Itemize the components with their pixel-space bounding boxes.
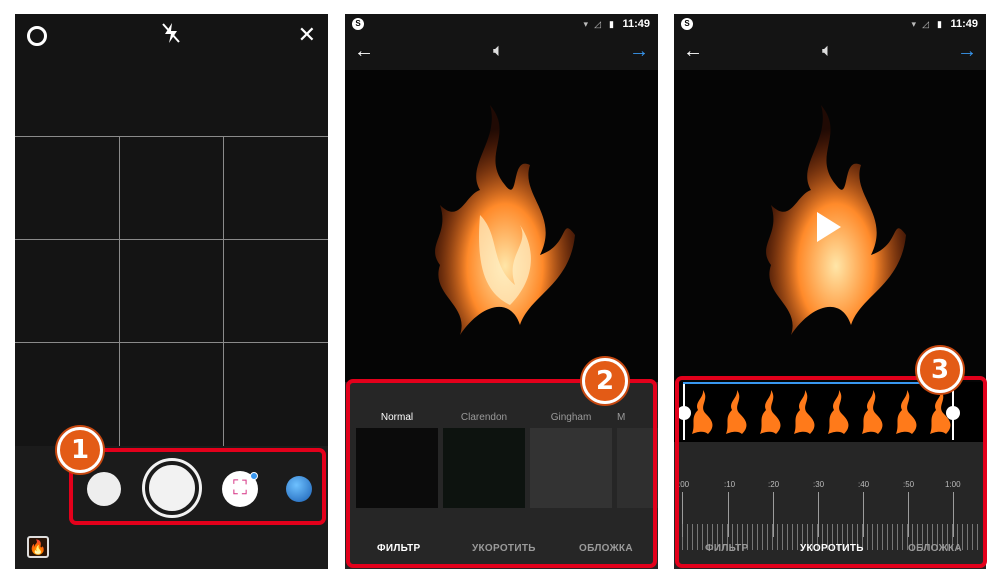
highlight-box-3: [675, 376, 987, 568]
camera-toolbar: ✕: [15, 14, 328, 59]
play-icon[interactable]: [817, 212, 841, 242]
back-arrow-icon[interactable]: ←: [354, 40, 374, 63]
wifi-icon: ▾: [583, 19, 588, 29]
gear-icon[interactable]: [27, 26, 47, 46]
signal-icon: ◿: [922, 19, 929, 29]
flash-off-icon[interactable]: [161, 22, 181, 50]
editor-nav: ← 🔈︎ →: [674, 34, 986, 68]
wifi-icon: ▾: [911, 19, 916, 29]
highlight-box-2: [346, 379, 657, 568]
app-status-icon: S: [352, 18, 364, 30]
volume-icon[interactable]: 🔈︎: [493, 40, 504, 61]
signal-icon: ◿: [594, 19, 601, 29]
status-bar: S ▾ ◿ ▮ 11:49: [674, 14, 986, 34]
next-arrow-icon[interactable]: →: [957, 40, 977, 63]
video-preview[interactable]: [345, 70, 658, 382]
status-bar: S ▾ ◿ ▮ 11:49: [345, 14, 658, 34]
camera-grid: [15, 136, 328, 446]
fire-image: [435, 105, 575, 335]
app-status-icon: S: [681, 18, 693, 30]
battery-icon: ▮: [937, 19, 942, 29]
battery-icon: ▮: [609, 19, 614, 29]
next-arrow-icon[interactable]: →: [629, 40, 649, 63]
step-callout-2: 2: [582, 358, 628, 404]
back-arrow-icon[interactable]: ←: [683, 40, 703, 63]
step-callout-1: 1: [57, 427, 103, 473]
step-callout-3: 3: [917, 347, 963, 393]
volume-icon[interactable]: 🔈︎: [822, 40, 833, 61]
editor-nav: ← 🔈︎ →: [345, 34, 658, 68]
highlight-box-1: [69, 448, 326, 525]
gallery-thumbnail[interactable]: 🔥: [27, 536, 49, 558]
close-icon[interactable]: ✕: [298, 22, 316, 48]
status-time: 11:49: [950, 18, 978, 30]
status-time: 11:49: [622, 18, 650, 30]
